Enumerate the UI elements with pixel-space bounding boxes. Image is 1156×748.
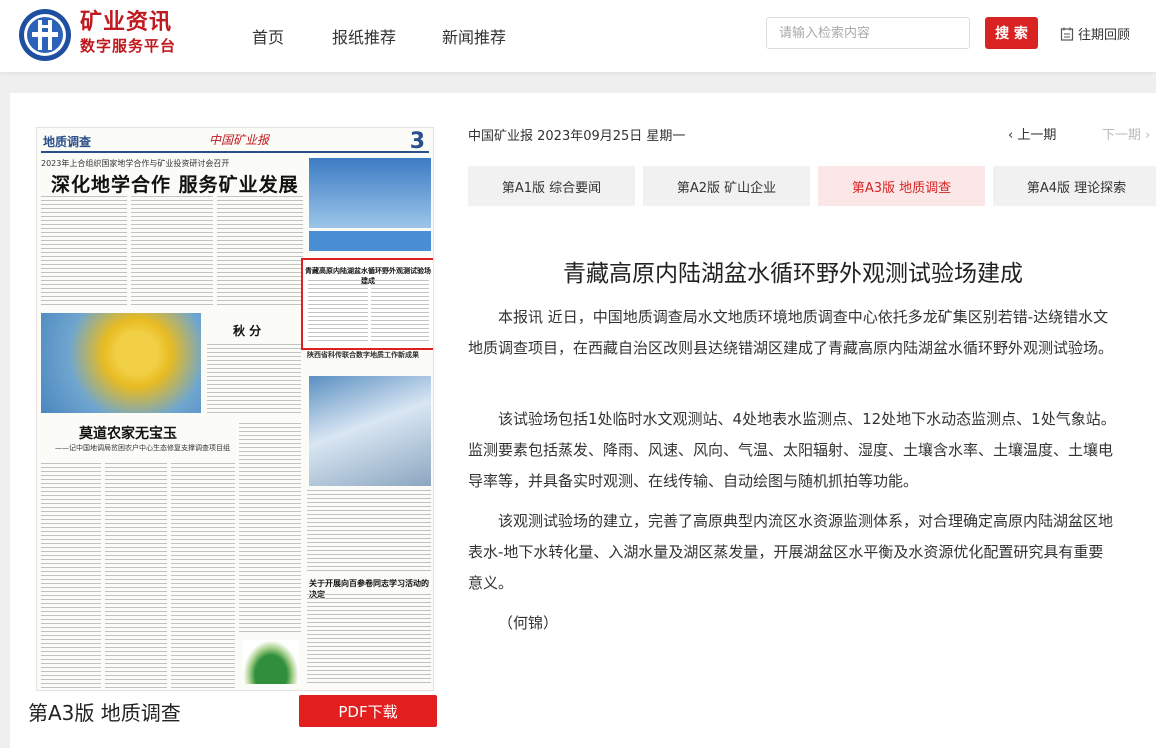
newspaper-section: 地质调查 bbox=[43, 135, 92, 149]
tab-a4[interactable]: 第A4版 理论探索 bbox=[993, 166, 1156, 206]
article-paragraph: 该观测试验场的建立，完善了高原典型内流区水资源监测体系，对合理确定高原内陆湖盆区… bbox=[468, 512, 1114, 592]
tab-a2[interactable]: 第A2版 矿山企业 bbox=[643, 166, 810, 206]
highlighted-article-box[interactable]: 青藏高原内陆湖盆水循环野外观测试验场建成 bbox=[301, 258, 433, 350]
brand-title: 矿业资讯 bbox=[80, 9, 173, 35]
past-issues-label: 往期回顾 bbox=[1078, 28, 1131, 43]
brand-subtitle: 数字服务平台 bbox=[80, 37, 177, 55]
article-title: 青藏高原内陆湖盆水循环野外观测试验场建成 bbox=[563, 261, 1023, 287]
chevron-left-icon: ‹ bbox=[1008, 128, 1014, 143]
nav-home[interactable]: 首页 bbox=[252, 24, 332, 48]
edition-tabs: 第A1版 综合要闻 第A2版 矿山企业 第A3版 地质调查 第A4版 理论探索 bbox=[468, 166, 1156, 206]
past-issues-link[interactable]: 往期回顾 bbox=[1060, 24, 1130, 43]
article-paragraph: 本报讯 近日，中国地质调查局水文地质环境地质调查中心依托多龙矿集区别若错-达绕错… bbox=[468, 308, 1114, 357]
text-column bbox=[308, 280, 368, 344]
brand-name[interactable]: 矿业资讯 数字服务平台 bbox=[80, 11, 176, 54]
search-input[interactable] bbox=[766, 17, 970, 49]
next-issue-link[interactable]: 下一期 › bbox=[1102, 124, 1150, 143]
newspaper-story-4[interactable]: 陕西省科传联合数字地质工作新成果 bbox=[307, 350, 419, 360]
text-column bbox=[239, 423, 301, 633]
main-nav: 首页 报纸推荐 新闻推荐 bbox=[252, 24, 506, 48]
newspaper-illustration bbox=[243, 640, 299, 684]
calendar-list-icon bbox=[1060, 27, 1074, 41]
newspaper-photo-ginkgo bbox=[41, 313, 201, 413]
nav-newspaper-recommend[interactable]: 报纸推荐 bbox=[332, 24, 442, 48]
tab-a3[interactable]: 第A3版 地质调查 bbox=[818, 166, 985, 206]
text-column bbox=[41, 463, 101, 688]
text-column bbox=[307, 490, 431, 574]
text-column bbox=[171, 463, 235, 688]
newspaper-story-2-title[interactable]: 莫道农家无宝玉 bbox=[79, 423, 177, 443]
article-paragraph: 该试验场包括1处临时水文观测站、4处地表水监测点、12处地下水动态监测点、1处气… bbox=[468, 410, 1116, 490]
pdf-download-button[interactable]: PDF下载 bbox=[299, 695, 437, 727]
newspaper-headline[interactable]: 深化地学合作 服务矿业发展 bbox=[51, 170, 299, 197]
text-column bbox=[207, 344, 301, 414]
prev-issue-label: 上一期 bbox=[1017, 128, 1057, 143]
issue-date: 中国矿业报 2023年09月25日 星期一 bbox=[468, 129, 686, 144]
newspaper-feature-title[interactable]: 秋 分 bbox=[233, 322, 261, 339]
article-author: （何锦） bbox=[498, 614, 559, 632]
nav-news-recommend[interactable]: 新闻推荐 bbox=[442, 24, 506, 48]
edition-label: 第A3版 地质调查 bbox=[28, 701, 181, 725]
newspaper-name: 中国矿业报 bbox=[209, 133, 270, 147]
text-column bbox=[105, 463, 167, 688]
newspaper-masthead: 地质调查 中国矿业报 3 bbox=[41, 129, 429, 154]
newspaper-banner-strip bbox=[309, 231, 431, 251]
tab-a1[interactable]: 第A1版 综合要闻 bbox=[468, 166, 635, 206]
newspaper-banner-image bbox=[309, 158, 431, 228]
chevron-right-icon: › bbox=[1145, 128, 1151, 143]
text-column bbox=[217, 196, 303, 308]
text-column bbox=[307, 594, 431, 684]
newspaper-kicker: 2023年上合组织国家地学合作与矿业投资研讨会召开 bbox=[41, 159, 230, 168]
next-issue-label: 下一期 bbox=[1102, 128, 1142, 143]
prev-issue-link[interactable]: ‹ 上一期 bbox=[1008, 124, 1056, 143]
text-column bbox=[41, 196, 127, 308]
text-column bbox=[131, 196, 213, 308]
search-button[interactable]: 搜 索 bbox=[985, 17, 1038, 49]
newspaper-story-2-subtitle: ——记中国地调局贫困农户中心生态修复支撑调查项目组 bbox=[55, 444, 230, 452]
newspaper-photo-exhibition bbox=[309, 376, 431, 486]
top-header: 矿业资讯 数字服务平台 首页 报纸推荐 新闻推荐 搜 索 往期回顾 bbox=[0, 0, 1156, 72]
newspaper-page-number: 3 bbox=[409, 129, 425, 154]
text-column bbox=[371, 280, 429, 344]
logo-icon[interactable] bbox=[18, 8, 72, 62]
newspaper-page-image[interactable]: 地质调查 中国矿业报 3 2023年上合组织国家地学合作与矿业投资研讨会召开 深… bbox=[36, 127, 434, 691]
